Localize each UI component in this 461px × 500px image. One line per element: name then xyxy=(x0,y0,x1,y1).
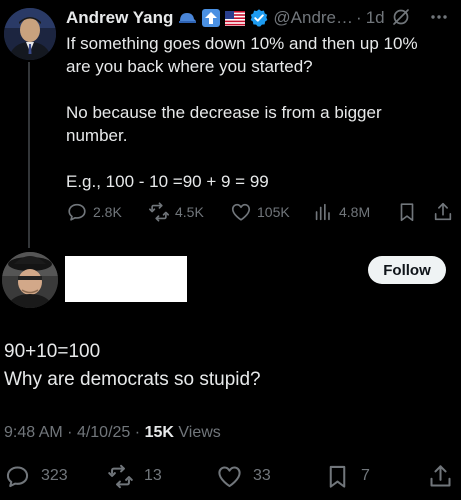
reply-text-line: 90+10=100 xyxy=(4,341,101,362)
tweet-text-paragraph: No because the decrease is from a bigger… xyxy=(66,103,382,145)
repost-icon xyxy=(149,202,169,222)
author-avatar[interactable] xyxy=(4,8,56,60)
tweet-timestamp[interactable]: 1d xyxy=(366,8,385,28)
reply-time[interactable]: 9:48 AM xyxy=(4,424,63,441)
repost-count: 4.5K xyxy=(175,204,204,220)
reply-tweet-metadata: 9:48 AM · 4/10/25 · 15K Views xyxy=(4,424,221,442)
tweet-header: Andrew Yang @Andre… · 1d xyxy=(66,6,455,30)
repost-button[interactable]: 4.5K xyxy=(148,200,204,224)
tweet-action-bar: 2.8K 4.5K 105K 4.8M xyxy=(66,200,456,224)
reply-count: 2.8K xyxy=(93,204,122,220)
verified-badge-icon xyxy=(249,8,269,28)
analytics-icon xyxy=(315,203,330,221)
reply-tweet-body: 90+10=100 Why are democrats so stupid? xyxy=(4,338,444,394)
thread-connector-line xyxy=(28,62,30,248)
meta-separator: · xyxy=(67,424,73,441)
share-button[interactable] xyxy=(427,462,454,490)
heart-icon xyxy=(231,203,251,221)
author-name[interactable]: Andrew Yang xyxy=(66,8,173,28)
share-icon xyxy=(434,202,452,221)
reply-button[interactable]: 2.8K xyxy=(66,200,122,224)
heart-icon xyxy=(218,465,241,487)
grok-icon[interactable] xyxy=(391,7,411,27)
repost-count: 13 xyxy=(144,467,162,484)
bookmark-button[interactable] xyxy=(396,200,418,224)
author-handle[interactable]: @Andre… xyxy=(273,8,353,28)
bookmark-button[interactable]: 7 xyxy=(324,462,370,490)
header-separator: · xyxy=(356,8,362,27)
views-count: 4.8M xyxy=(339,204,371,220)
share-button[interactable] xyxy=(432,200,454,224)
more-options-icon[interactable] xyxy=(429,7,449,27)
bookmark-count: 7 xyxy=(361,467,370,484)
meta-separator: · xyxy=(134,424,141,441)
bookmark-icon xyxy=(329,465,346,488)
tweet-body: If something goes down 10% and then up 1… xyxy=(66,32,446,193)
reply-date[interactable]: 4/10/25 xyxy=(77,424,130,441)
blue-cap-icon xyxy=(177,10,197,26)
reply-icon xyxy=(6,465,29,487)
tweet-text-paragraph: If something goes down 10% and then up 1… xyxy=(66,34,418,76)
reply-views-count[interactable]: 15K xyxy=(145,424,174,441)
bookmark-icon xyxy=(400,203,414,222)
like-count: 105K xyxy=(257,204,290,220)
views-button[interactable]: 4.8M xyxy=(312,200,370,224)
reply-count: 323 xyxy=(41,467,68,484)
reply-icon xyxy=(68,203,86,221)
up-arrow-emoji-icon xyxy=(201,8,221,28)
share-icon xyxy=(430,464,451,487)
reply-text-line: Why are democrats so stupid? xyxy=(4,369,261,390)
tweet-text-paragraph: E.g., 100 - 10 =90 + 9 = 99 xyxy=(66,172,269,191)
reply-views-label: Views xyxy=(178,424,221,441)
us-flag-icon xyxy=(225,10,246,26)
repost-button[interactable]: 13 xyxy=(107,462,162,490)
reply-action-bar: 323 13 33 7 xyxy=(4,462,456,490)
reply-button[interactable]: 323 xyxy=(4,462,68,490)
like-button[interactable]: 105K xyxy=(230,200,290,224)
reply-author-avatar[interactable] xyxy=(2,252,58,308)
repost-icon xyxy=(108,464,133,488)
follow-button[interactable]: Follow xyxy=(368,256,446,284)
redacted-author-name xyxy=(65,256,187,302)
like-count: 33 xyxy=(253,467,271,484)
like-button[interactable]: 33 xyxy=(216,462,271,490)
